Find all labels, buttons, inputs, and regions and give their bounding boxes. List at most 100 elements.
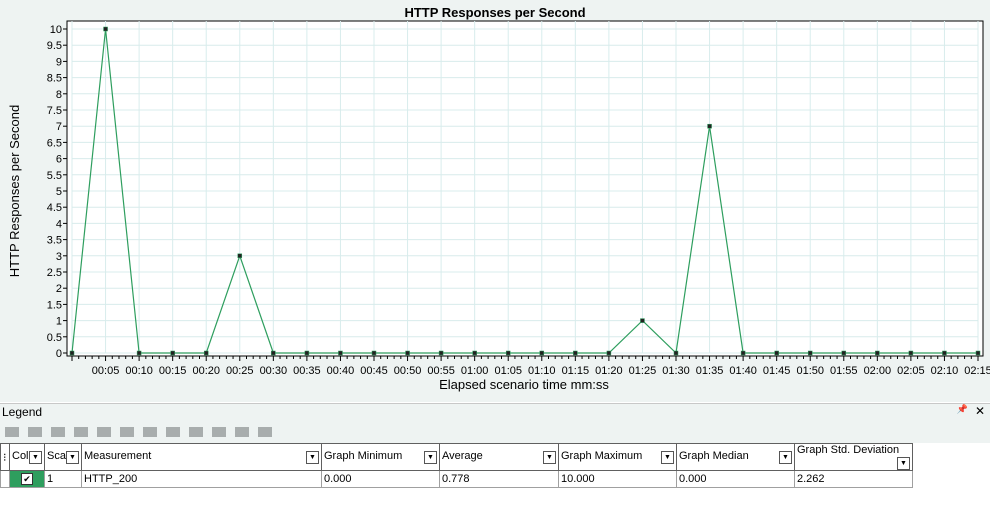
checkbox[interactable]: ✔ — [21, 473, 33, 485]
y-tick-label: 5.5 — [47, 170, 62, 182]
header-label: Graph Maximum — [561, 450, 643, 462]
x-tick-label: 02:05 — [897, 365, 925, 377]
toolbar-button[interactable] — [143, 427, 157, 437]
toolbar-button[interactable] — [74, 427, 88, 437]
x-tick-label: 00:30 — [260, 365, 288, 377]
dropdown-icon[interactable]: ▼ — [779, 451, 792, 464]
data-point — [673, 350, 679, 356]
x-tick-label: 00:15 — [159, 365, 187, 377]
data-point — [573, 350, 578, 356]
x-tick-label: 01:20 — [595, 365, 623, 377]
col-header-scale[interactable]: Sca ▼ — [44, 443, 82, 471]
data-point — [271, 350, 276, 356]
data-point — [640, 318, 645, 323]
data-point — [774, 350, 779, 356]
col-header-min[interactable]: Graph Minimum ▼ — [321, 443, 440, 471]
dropdown-icon[interactable]: ▼ — [306, 451, 319, 464]
table-row[interactable]: ✔ 1 HTTP_200 0.000 0.778 10.000 0.000 2.… — [0, 470, 913, 488]
row-selector[interactable] — [0, 470, 10, 488]
y-tick-label: 4 — [56, 218, 62, 230]
x-tick-label: 00:25 — [226, 365, 254, 377]
y-tick-label: 8 — [56, 89, 62, 101]
col-header-std[interactable]: Graph Std. Deviation ▼ — [794, 443, 913, 471]
data-point — [136, 350, 142, 356]
x-tick-label: 00:45 — [360, 365, 388, 377]
toolbar-button[interactable] — [5, 427, 19, 437]
header-label: Sca — [47, 450, 66, 462]
toolbar-button[interactable] — [166, 427, 180, 437]
row-selector-header[interactable]: ⁝ — [0, 443, 10, 471]
toolbar-button[interactable] — [51, 427, 65, 437]
data-point — [841, 350, 847, 356]
col-header-median[interactable]: Graph Median ▼ — [676, 443, 795, 471]
header-label: Col — [12, 450, 29, 462]
col-header-color[interactable]: Col ▼ — [9, 443, 45, 471]
x-tick-label: 01:50 — [796, 365, 824, 377]
toolbar-button[interactable] — [258, 427, 272, 437]
dropdown-icon[interactable]: ▼ — [29, 451, 42, 464]
y-tick-label: 3 — [56, 251, 62, 263]
x-tick-label: 00:50 — [394, 365, 422, 377]
x-tick-label: 00:10 — [125, 365, 153, 377]
median-cell: 0.000 — [676, 470, 795, 488]
legend-title: Legend — [2, 405, 43, 419]
x-tick-label: 00:20 — [192, 365, 220, 377]
y-tick-label: 8.5 — [47, 73, 62, 85]
y-tick-label: 7.5 — [47, 105, 62, 117]
data-point — [69, 350, 75, 356]
y-tick-label: 9 — [56, 56, 62, 68]
toolbar-button[interactable] — [120, 427, 134, 437]
y-tick-label: 5 — [56, 186, 62, 198]
data-point — [505, 350, 511, 356]
x-tick-label: 01:00 — [461, 365, 489, 377]
header-label: Graph Minimum — [324, 450, 403, 462]
header-label: Measurement — [84, 450, 152, 462]
toolbar-button[interactable] — [28, 427, 42, 437]
legend-header-row: ⁝ Col ▼ Sca ▼ Measurement ▼ Graph Minimum ▼ … — [0, 443, 913, 471]
x-tick-label: 00:55 — [427, 365, 455, 377]
x-tick-label: 00:35 — [293, 365, 321, 377]
header-label: Graph Std. Deviation — [797, 444, 900, 456]
average-cell: 0.778 — [439, 470, 559, 488]
data-point — [975, 350, 981, 356]
line-chart: 0 0.5 1 1.5 2 2.5 3 3.5 4 4.5 5 5.5 6 6.5 7 7.5 8 8.5 9 9.5… — [7, 5, 990, 392]
toolbar-button[interactable] — [235, 427, 249, 437]
col-header-measurement[interactable]: Measurement ▼ — [81, 443, 322, 471]
dropdown-icon[interactable]: ▼ — [424, 451, 437, 464]
x-tick-label: 02:10 — [931, 365, 959, 377]
toolbar-button[interactable] — [97, 427, 111, 437]
close-icon[interactable]: ✕ — [975, 404, 985, 418]
data-point — [740, 350, 746, 356]
data-point — [304, 350, 310, 356]
header-label: Average — [442, 450, 483, 462]
std-cell: 2.262 — [794, 470, 913, 488]
color-checkbox-cell[interactable]: ✔ — [9, 470, 45, 488]
y-axis-label: HTTP Responses per Second — [7, 105, 22, 277]
y-tick-label: 0 — [56, 348, 62, 360]
y-tick-label: 6.5 — [47, 137, 62, 149]
data-point — [237, 253, 243, 259]
col-header-max[interactable]: Graph Maximum ▼ — [558, 443, 677, 471]
data-point — [170, 350, 175, 356]
data-point — [103, 26, 108, 32]
data-point — [539, 350, 545, 356]
data-point — [807, 350, 813, 356]
col-header-average[interactable]: Average ▼ — [439, 443, 559, 471]
x-tick-label: 02:00 — [864, 365, 892, 377]
y-tick-label: 9.5 — [47, 40, 62, 52]
y-tick-label: 3.5 — [47, 235, 62, 247]
dropdown-icon[interactable]: ▼ — [66, 451, 79, 464]
data-point — [606, 350, 612, 356]
x-tick-label: 01:05 — [494, 365, 522, 377]
pin-icon[interactable]: 📌 — [957, 404, 968, 415]
dropdown-icon[interactable]: ▼ — [543, 451, 556, 464]
y-tick-label: 0.5 — [47, 332, 62, 344]
toolbar-button[interactable] — [212, 427, 226, 437]
x-tick-label: 01:25 — [629, 365, 657, 377]
dropdown-icon[interactable]: ▼ — [897, 457, 910, 470]
toolbar-button[interactable] — [189, 427, 203, 437]
chart-panel: 0 0.5 1 1.5 2 2.5 3 3.5 4 4.5 5 5.5 6 6.5 7 7.5 8 8.5 9 9.5… — [0, 0, 990, 402]
header-label: Graph Median — [679, 450, 749, 462]
y-tick-label: 6 — [56, 154, 62, 166]
dropdown-icon[interactable]: ▼ — [661, 451, 674, 464]
